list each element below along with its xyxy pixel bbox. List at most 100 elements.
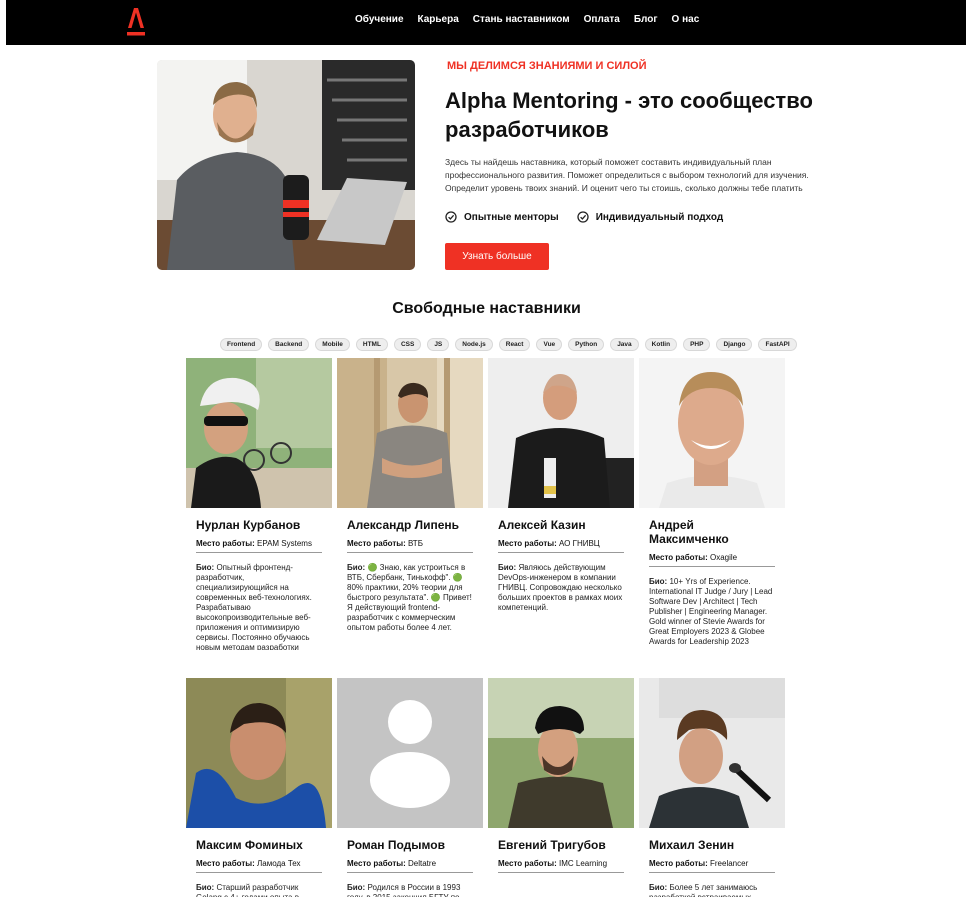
- mentor-photo: [639, 358, 785, 508]
- mentor-card[interactable]: Евгений Тригубов Место работы: IMC Learn…: [488, 678, 634, 897]
- tag-frontend[interactable]: Frontend: [220, 338, 263, 351]
- mentor-photo: [337, 678, 483, 828]
- mentor-bio: Био: Родился в России в 1993 году, в 201…: [347, 883, 473, 897]
- workplace-value: EPAM Systems: [257, 539, 312, 548]
- bio-label: Био:: [498, 563, 517, 572]
- nav-link-payment[interactable]: Оплата: [584, 14, 620, 25]
- workplace-label: Место работы:: [649, 859, 708, 868]
- mentor-name: Нурлан Курбанов: [196, 518, 301, 532]
- mentor-info: Нурлан Курбанов Место работы: EPAM Syste…: [186, 518, 332, 650]
- bio-label: Био:: [649, 577, 668, 586]
- user-placeholder-icon: [337, 678, 483, 828]
- check-circle-icon: [577, 211, 589, 223]
- nav-link-learning[interactable]: Обучение: [355, 14, 404, 25]
- bio-label: Био:: [347, 883, 366, 892]
- mentor-card[interactable]: Алексей Казин Место работы: АО ГНИВЦ Био…: [488, 358, 634, 650]
- bio-label: Био:: [649, 883, 668, 892]
- mentor-info: Михаил Зенин Место работы: Freelancer Би…: [639, 838, 785, 897]
- hero-photo: [157, 60, 415, 270]
- nav-link-blog[interactable]: Блог: [634, 14, 658, 25]
- bio-text: Опытный фронтенд-разработчик, специализи…: [196, 563, 312, 650]
- tag-php[interactable]: PHP: [683, 338, 711, 351]
- alfa-logo-icon[interactable]: [125, 6, 147, 38]
- top-navbar: Обучение Карьера Стань наставником Оплат…: [6, 0, 966, 45]
- workplace-value: АО ГНИВЦ: [559, 539, 600, 548]
- mentor-name: Александр Липень: [347, 518, 460, 532]
- mentor-name: Михаил Зенин: [649, 838, 735, 852]
- tag-kotlin[interactable]: Kotlin: [644, 338, 678, 351]
- mentor-card[interactable]: Нурлан Курбанов Место работы: EPAM Syste…: [186, 358, 332, 650]
- workplace-value: IMC Learning: [559, 859, 608, 868]
- tag-css[interactable]: CSS: [393, 338, 422, 351]
- mentor-name: Максим Фоминых: [196, 838, 303, 852]
- nav-link-become-mentor[interactable]: Стань наставником: [473, 14, 570, 25]
- mentor-card[interactable]: Александр Липень Место работы: ВТБ Био: …: [337, 358, 483, 650]
- mentor-workplace: Место работы: Oxagile: [649, 553, 775, 567]
- workplace-value: Deltatre: [408, 859, 437, 868]
- mentor-bio: Био: 10+ Yrs of Experience. Internationa…: [649, 577, 775, 647]
- mentor-card[interactable]: Роман Подымов Место работы: Deltatre Био…: [337, 678, 483, 897]
- workplace-label: Место работы:: [347, 859, 406, 868]
- mentor-bio: Био: Опытный фронтенд-разработчик, специ…: [196, 563, 322, 650]
- mentor-workplace: Место работы: АО ГНИВЦ: [498, 539, 624, 553]
- learn-more-button[interactable]: Узнать больше: [445, 243, 549, 270]
- feature-label: Индивидуальный подход: [595, 211, 724, 223]
- mentor-card[interactable]: Михаил Зенин Место работы: Freelancer Би…: [639, 678, 785, 897]
- mentor-bio: Био: Старший разработчик Golang с 4+ год…: [196, 883, 322, 897]
- mentor-photo: [488, 358, 634, 508]
- bio-text: 🟢 Знаю, как устроиться в ВТБ, Сбербанк, …: [347, 563, 472, 632]
- nav-link-career[interactable]: Карьера: [418, 14, 459, 25]
- mentor-info: Алексей Казин Место работы: АО ГНИВЦ Био…: [488, 518, 634, 613]
- hero-eyebrow: МЫ ДЕЛИМСЯ ЗНАНИЯМИ И СИЛОЙ: [447, 60, 647, 72]
- tag-js[interactable]: JS: [427, 338, 450, 351]
- tag-backend[interactable]: Backend: [268, 338, 310, 351]
- mentor-name: Роман Подымов: [347, 838, 445, 852]
- mentor-photo: [488, 678, 634, 828]
- workplace-value: Oxagile: [710, 553, 738, 562]
- mentor-card[interactable]: Максим Фоминых Место работы: Ламода Тех …: [186, 678, 332, 897]
- feature-label: Опытные менторы: [464, 211, 559, 223]
- bio-label: Био:: [196, 883, 215, 892]
- mentor-name: Андрей Максимченко: [649, 518, 729, 546]
- workplace-value: ВТБ: [408, 539, 423, 548]
- workplace-label: Место работы:: [498, 539, 557, 548]
- mentor-name: Алексей Казин: [498, 518, 586, 532]
- tag-python[interactable]: Python: [568, 338, 605, 351]
- main-nav: Обучение Карьера Стань наставником Оплат…: [355, 14, 699, 25]
- mentor-info: Максим Фоминых Место работы: Ламода Тех …: [186, 838, 332, 897]
- hero-title: Alpha Mentoring - это сообщество разрабо…: [445, 88, 813, 142]
- tag-nodejs[interactable]: Node.js: [455, 338, 493, 351]
- mentor-bio: Био: Являюсь действующим DevOps-инженеро…: [498, 563, 624, 613]
- tag-mobile[interactable]: Mobile: [315, 338, 350, 351]
- bio-label: Био:: [196, 563, 215, 572]
- mentor-photo: [186, 358, 332, 508]
- workplace-label: Место работы:: [347, 539, 406, 548]
- mentor-workplace: Место работы: Ламода Тех: [196, 859, 322, 873]
- workplace-value: Freelancer: [710, 859, 749, 868]
- hero-features: Опытные менторы Индивидуальный подход: [445, 211, 723, 223]
- tag-fastapi[interactable]: FastAPI: [758, 338, 797, 351]
- mentor-bio: Био: Более 5 лет занимаюсь разработкой в…: [649, 883, 775, 897]
- workplace-label: Место работы:: [196, 539, 255, 548]
- mentor-info: Евгений Тригубов Место работы: IMC Learn…: [488, 838, 634, 873]
- mentor-name: Евгений Тригубов: [498, 838, 606, 852]
- workplace-label: Место работы:: [498, 859, 557, 868]
- bio-text: Являюсь действующим DevOps-инженером в к…: [498, 563, 623, 612]
- bio-text: 10+ Yrs of Experience. International IT …: [649, 577, 773, 646]
- tag-html[interactable]: HTML: [355, 338, 388, 351]
- feature-item: Индивидуальный подход: [577, 211, 724, 223]
- mentor-info: Роман Подымов Место работы: Deltatre Био…: [337, 838, 483, 897]
- hero-description: Здесь ты найдешь наставника, который пом…: [445, 157, 809, 193]
- mentors-section-title: Свободные наставники: [392, 300, 581, 317]
- tag-django[interactable]: Django: [716, 338, 753, 351]
- tag-react[interactable]: React: [498, 338, 531, 351]
- tag-java[interactable]: Java: [610, 338, 639, 351]
- bio-label: Био:: [347, 563, 366, 572]
- feature-item: Опытные менторы: [445, 211, 559, 223]
- mentor-bio: Био: 🟢 Знаю, как устроиться в ВТБ, Сберб…: [347, 563, 473, 633]
- tag-vue[interactable]: Vue: [536, 338, 563, 351]
- nav-link-about[interactable]: О нас: [672, 14, 700, 25]
- mentor-info: Андрей Максимченко Место работы: Oxagile…: [639, 518, 785, 647]
- mentor-photo: [337, 358, 483, 508]
- mentor-card[interactable]: Андрей Максимченко Место работы: Oxagile…: [639, 358, 785, 650]
